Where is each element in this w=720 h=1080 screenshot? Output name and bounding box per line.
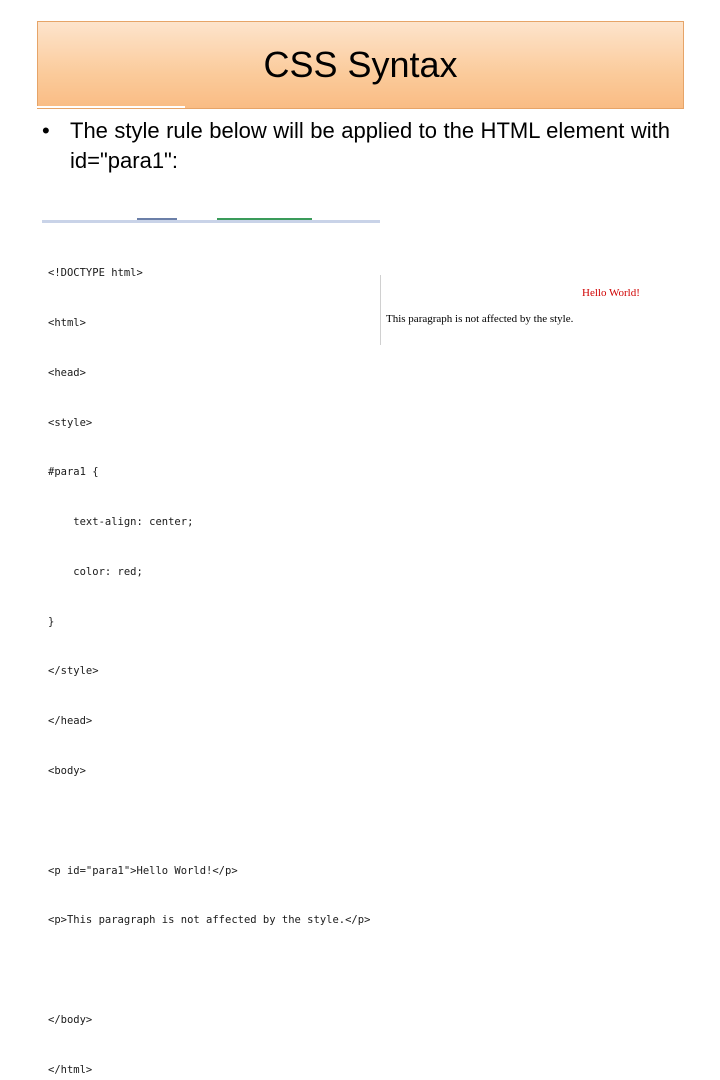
code-line: </html> — [48, 1063, 93, 1076]
code-line: <!DOCTYPE html> — [48, 267, 143, 280]
preview-paragraph: This paragraph is not affected by the st… — [386, 313, 574, 325]
code-line: } — [48, 615, 55, 628]
code-line: <p>This paragraph is not affected by the… — [48, 914, 371, 927]
code-line: </style> — [48, 665, 99, 678]
slide-title: CSS Syntax — [263, 44, 458, 85]
code-line: </head> — [48, 715, 93, 728]
code-line: <html> — [48, 316, 86, 329]
code-line: <style> — [48, 416, 93, 429]
code-line: <head> — [48, 366, 86, 379]
preview-divider — [380, 275, 381, 345]
code-line: </body> — [48, 1013, 93, 1026]
code-line: <body> — [48, 765, 86, 777]
code-line: <p id="para1">Hello World!</p> — [48, 864, 238, 877]
code-line: #para1 { — [48, 466, 99, 479]
code-line: text-align: center; — [48, 516, 194, 529]
code-listing: <!DOCTYPE html> <html> <head> <style> #p… — [48, 232, 370, 1080]
code-line: color: red; — [48, 565, 143, 578]
title-underline — [37, 106, 185, 108]
bullet-text: The style rule below will be applied to … — [70, 118, 670, 173]
preview-hello-world: Hello World! — [582, 287, 640, 299]
bullet-dot: • — [42, 118, 50, 143]
